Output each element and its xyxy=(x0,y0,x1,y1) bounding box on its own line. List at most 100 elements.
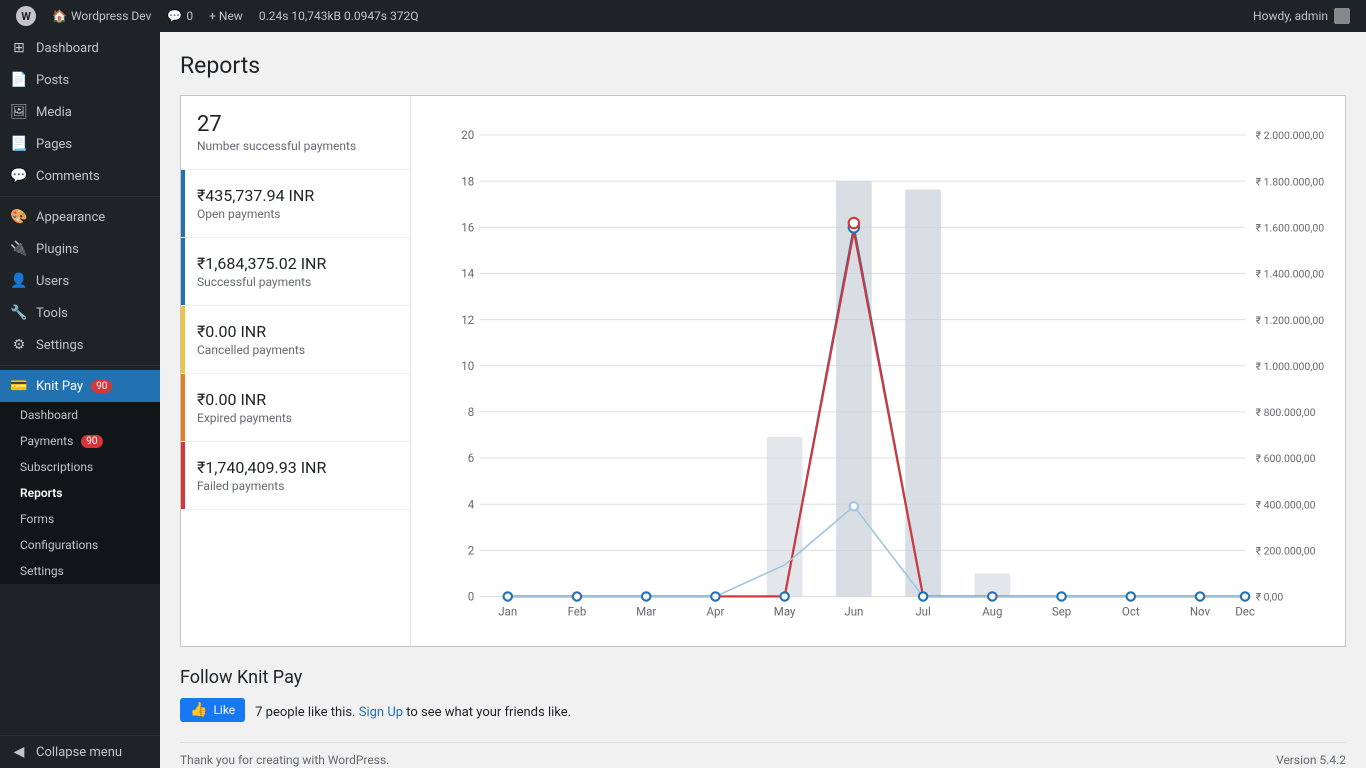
amount-line xyxy=(508,231,1245,596)
thumbs-up-icon: 👍 xyxy=(190,702,207,718)
sidebar-divider-1 xyxy=(0,196,160,197)
stat-value-failed: ₹1,740,409.93 INR xyxy=(197,458,394,477)
sidebar-item-posts[interactable]: 📄 Posts xyxy=(0,64,160,96)
page-title: Reports xyxy=(180,52,1346,79)
sub-item-subscriptions[interactable]: Subscriptions xyxy=(0,454,160,480)
follow-title: Follow Knit Pay xyxy=(180,667,1346,688)
comments-item[interactable]: 💬 0 xyxy=(159,0,201,32)
stat-value-count: 27 xyxy=(197,112,394,137)
sub-label-forms: Forms xyxy=(20,512,54,526)
howdy-item[interactable]: Howdy, admin xyxy=(1245,8,1358,24)
stat-label-count: Number successful payments xyxy=(197,139,394,153)
sub-item-settings[interactable]: Settings xyxy=(0,558,160,584)
admin-bar-left: W 🏠 Wordpress Dev 💬 0 + New 0.24s 10,743… xyxy=(8,0,1245,32)
admin-bar-right: Howdy, admin xyxy=(1245,8,1358,24)
sidebar-item-dashboard[interactable]: ⊞ Dashboard xyxy=(0,32,160,64)
svg-text:₹ 400.000,00: ₹ 400.000,00 xyxy=(1256,498,1316,511)
svg-text:₹ 800.000,00: ₹ 800.000,00 xyxy=(1256,406,1316,419)
svg-text:Sep: Sep xyxy=(1052,604,1071,618)
sub-item-forms[interactable]: Forms xyxy=(0,506,160,532)
media-icon: 🖼 xyxy=(10,104,28,120)
follow-section: Follow Knit Pay 👍 Like 7 people like thi… xyxy=(180,667,1346,722)
tools-icon: 🔧 xyxy=(10,305,28,321)
sidebar-item-users[interactable]: 👤 Users xyxy=(0,265,160,297)
sub-item-dashboard[interactable]: Dashboard xyxy=(0,402,160,428)
collapse-menu[interactable]: ◀ Collapse menu xyxy=(0,735,160,768)
svg-text:Oct: Oct xyxy=(1122,604,1140,618)
sidebar-label-users: Users xyxy=(36,274,69,289)
fb-like-label: Like xyxy=(213,703,235,717)
wp-logo-item[interactable]: W xyxy=(8,0,44,32)
stat-bar-expired xyxy=(181,374,185,441)
sidebar-divider-2 xyxy=(0,365,160,366)
stat-bar-cancelled xyxy=(181,306,185,373)
admin-bar: W 🏠 Wordpress Dev 💬 0 + New 0.24s 10,743… xyxy=(0,0,1366,32)
svg-text:₹ 2.000.000,00: ₹ 2.000.000,00 xyxy=(1256,129,1325,142)
sub-label-dashboard: Dashboard xyxy=(20,408,78,422)
new-item[interactable]: + New xyxy=(201,0,251,32)
sidebar-label-dashboard: Dashboard xyxy=(36,41,99,56)
dashboard-icon: ⊞ xyxy=(10,40,28,56)
sidebar-item-appearance[interactable]: 🎨 Appearance xyxy=(0,201,160,233)
svg-text:Mar: Mar xyxy=(636,604,656,618)
svg-text:14: 14 xyxy=(461,267,474,281)
svg-text:₹ 200.000,00: ₹ 200.000,00 xyxy=(1256,545,1316,558)
stat-value-successful: ₹1,684,375.02 INR xyxy=(197,254,394,273)
sub-label-reports: Reports xyxy=(20,486,62,500)
svg-text:Jan: Jan xyxy=(498,604,517,618)
sidebar-label-appearance: Appearance xyxy=(36,210,105,225)
sidebar-item-plugins[interactable]: 🔌 Plugins xyxy=(0,233,160,265)
sub-item-payments[interactable]: Payments 90 xyxy=(0,428,160,454)
svg-text:18: 18 xyxy=(461,174,474,188)
sidebar-label-plugins: Plugins xyxy=(36,242,79,257)
sidebar-label-posts: Posts xyxy=(36,73,69,88)
stat-label-open: Open payments xyxy=(197,207,394,221)
site-name-item[interactable]: 🏠 Wordpress Dev xyxy=(44,0,159,32)
knitpay-icon: 💳 xyxy=(10,378,28,394)
comment-count: 0 xyxy=(186,9,193,23)
stat-label-expired: Expired payments xyxy=(197,411,394,425)
svg-text:Nov: Nov xyxy=(1190,604,1211,618)
sub-label-settings: Settings xyxy=(20,564,64,578)
point-sep-blue xyxy=(1057,592,1065,600)
fb-signup-link[interactable]: Sign Up xyxy=(359,705,403,720)
point-jun-open xyxy=(850,502,858,510)
sidebar-item-media[interactable]: 🖼 Media xyxy=(0,96,160,128)
footer-thank-you: Thank you for creating with WordPress. xyxy=(180,753,389,767)
content-area: Reports 27 Number successful payments ₹4… xyxy=(160,32,1366,768)
settings-icon: ⚙ xyxy=(10,337,28,353)
svg-text:Aug: Aug xyxy=(982,604,1002,618)
sidebar-item-tools[interactable]: 🔧 Tools xyxy=(0,297,160,329)
sidebar-item-pages[interactable]: 📃 Pages xyxy=(0,128,160,160)
stat-item-open: ₹435,737.94 INR Open payments xyxy=(181,170,410,238)
users-icon: 👤 xyxy=(10,273,28,289)
perf-stats: 0.24s 10,743kB 0.0947s 372Q xyxy=(251,0,427,32)
svg-text:May: May xyxy=(774,604,796,618)
sub-item-configurations[interactable]: Configurations xyxy=(0,532,160,558)
svg-text:2: 2 xyxy=(468,544,475,558)
fb-like-button[interactable]: 👍 Like xyxy=(180,698,245,722)
stat-bar-successful xyxy=(181,238,185,305)
sidebar-item-settings[interactable]: ⚙ Settings xyxy=(0,329,160,361)
fb-like-row: 👍 Like 7 people like this. Sign Up to se… xyxy=(180,698,1346,722)
point-may-blue xyxy=(780,592,788,600)
svg-text:12: 12 xyxy=(461,313,474,327)
svg-text:Jun: Jun xyxy=(844,604,863,618)
sidebar-item-knitpay[interactable]: 💳 Knit Pay 90 xyxy=(0,370,160,402)
new-label: + New xyxy=(209,9,243,23)
stat-bar-failed xyxy=(181,442,185,509)
svg-text:20: 20 xyxy=(461,128,474,142)
open-line xyxy=(508,506,1245,596)
chart-svg: 20 18 16 14 12 10 8 6 4 2 0 ₹ 2.000.000,… xyxy=(427,112,1329,630)
sidebar-item-comments[interactable]: 💬 Comments xyxy=(0,160,160,192)
stat-item-cancelled: ₹0.00 INR Cancelled payments xyxy=(181,306,410,374)
footer: Thank you for creating with WordPress. V… xyxy=(180,742,1346,767)
collapse-label: Collapse menu xyxy=(36,745,122,760)
appearance-icon: 🎨 xyxy=(10,209,28,225)
howdy-text: Howdy, admin xyxy=(1253,9,1328,23)
stat-label-successful: Successful payments xyxy=(197,275,394,289)
sub-item-reports[interactable]: Reports xyxy=(0,480,160,506)
avatar xyxy=(1334,8,1350,24)
sidebar-label-pages: Pages xyxy=(36,137,72,152)
collapse-icon: ◀ xyxy=(10,744,28,760)
